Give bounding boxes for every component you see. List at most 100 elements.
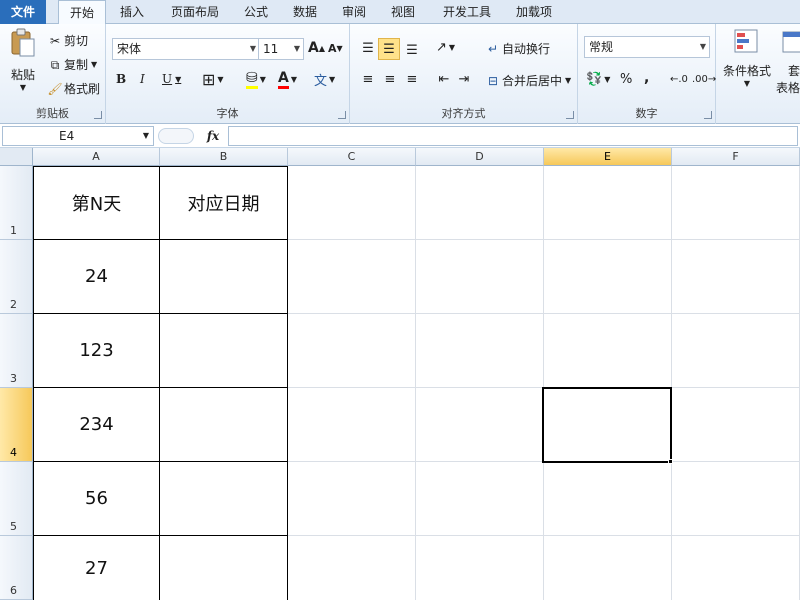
table-cell[interactable] [288, 166, 416, 240]
bold-button[interactable]: B [116, 72, 126, 86]
tab-file[interactable]: 文件 [0, 0, 46, 24]
percent-button[interactable]: % [620, 72, 632, 87]
decrease-indent-button[interactable]: ⇤ [434, 72, 454, 87]
table-cell[interactable] [416, 314, 544, 388]
merge-center-button[interactable]: ⊟ 合并后居中 ▼ [484, 72, 571, 89]
column-header-c[interactable]: C [288, 148, 416, 166]
table-cell[interactable] [672, 240, 800, 314]
table-cell[interactable] [672, 536, 800, 600]
table-cell[interactable] [544, 536, 672, 600]
orientation-button[interactable]: ↗ ▼ [436, 40, 455, 55]
font-name-combo[interactable]: 宋体 ▼ [112, 38, 260, 60]
format-painter-button[interactable]: 🖌 格式刷 [46, 80, 100, 97]
copy-button[interactable]: ⧉ 复制 ▼ [46, 56, 97, 73]
accounting-format-button[interactable]: 💱 ▼ [586, 72, 610, 87]
row-header-1[interactable]: 1 [0, 166, 33, 240]
table-cell[interactable] [544, 240, 672, 314]
number-format-combo[interactable]: 常规 ▼ [584, 36, 710, 58]
table-cell[interactable] [288, 462, 416, 536]
table-cell[interactable] [160, 462, 288, 536]
tab-formulas[interactable]: 公式 [234, 0, 278, 24]
grow-font-button[interactable]: A ▲ [308, 40, 325, 56]
tab-page-layout[interactable]: 页面布局 [160, 0, 230, 24]
cut-button[interactable]: ✂ 剪切 [46, 32, 88, 49]
tab-addins[interactable]: 加载项 [506, 0, 562, 24]
table-cell[interactable] [160, 314, 288, 388]
name-box[interactable]: E4 ▼ [2, 126, 154, 146]
underline-button[interactable]: U ▼ [162, 72, 181, 86]
table-cell[interactable]: 27 [33, 536, 160, 600]
column-header-e[interactable]: E [544, 148, 672, 166]
select-all-corner[interactable] [0, 148, 33, 166]
column-header-f[interactable]: F [672, 148, 800, 166]
tab-view[interactable]: 视图 [380, 0, 426, 24]
table-cell[interactable] [288, 314, 416, 388]
align-bottom-button[interactable]: ☰ [402, 40, 422, 60]
font-size-combo[interactable]: 11 ▼ [258, 38, 304, 60]
row-header-2[interactable]: 2 [0, 240, 33, 314]
decrease-decimal-button[interactable]: .00→ [692, 74, 716, 85]
align-top-button[interactable]: ☰ [358, 38, 378, 58]
tab-home[interactable]: 开始 [58, 0, 106, 25]
column-header-a[interactable]: A [33, 148, 160, 166]
table-cell[interactable] [160, 240, 288, 314]
row-header-4[interactable]: 4 [0, 388, 33, 462]
table-cell[interactable] [288, 240, 416, 314]
table-cell[interactable]: 234 [33, 388, 160, 462]
column-header-d[interactable]: D [416, 148, 544, 166]
table-cell[interactable] [672, 388, 800, 462]
fill-color-button[interactable]: ⛁ ▼ [246, 70, 266, 89]
borders-button[interactable]: ⊞ ▼ [202, 70, 224, 89]
tab-developer[interactable]: 开发工具 [432, 0, 502, 24]
align-right-button[interactable]: ≡ [402, 72, 422, 87]
fill-handle[interactable] [668, 459, 673, 464]
row-header-5[interactable]: 5 [0, 462, 33, 536]
table-cell[interactable] [544, 462, 672, 536]
format-as-table-button[interactable]: 套 表格格 [774, 28, 800, 96]
comma-button[interactable]: , [644, 70, 649, 86]
paste-button[interactable]: 粘贴 ▼ [6, 28, 40, 102]
insert-function-icon[interactable]: fx [200, 126, 226, 146]
table-cell[interactable] [160, 536, 288, 600]
font-color-button[interactable]: A ▼ [278, 70, 297, 89]
tab-insert[interactable]: 插入 [110, 0, 154, 24]
tab-data[interactable]: 数据 [282, 0, 328, 24]
align-middle-button[interactable]: ☰ [378, 38, 400, 60]
conditional-format-button[interactable]: 条件格式 ▼ [720, 28, 774, 88]
table-cell[interactable]: 56 [33, 462, 160, 536]
table-cell[interactable] [416, 388, 544, 462]
table-cell[interactable] [672, 462, 800, 536]
table-cell[interactable] [416, 166, 544, 240]
table-cell[interactable] [672, 166, 800, 240]
increase-indent-button[interactable]: ⇥ [454, 72, 474, 87]
formula-input[interactable] [228, 126, 798, 146]
row-header-6[interactable]: 6 [0, 536, 33, 600]
align-center-button[interactable]: ≡ [380, 72, 400, 87]
number-launcher-icon[interactable] [704, 111, 712, 119]
align-left-button[interactable]: ≡ [358, 72, 378, 87]
table-cell[interactable] [544, 166, 672, 240]
table-cell[interactable] [288, 388, 416, 462]
formula-bar-splitter[interactable] [158, 128, 194, 144]
table-cell[interactable] [160, 388, 288, 462]
shrink-font-button[interactable]: A ▼ [328, 42, 343, 55]
clipboard-launcher-icon[interactable] [94, 111, 102, 119]
wrap-text-button[interactable]: ↵ 自动换行 [484, 40, 550, 57]
increase-decimal-button[interactable]: ←.0 [670, 74, 688, 85]
table-cell[interactable]: 123 [33, 314, 160, 388]
table-cell[interactable] [416, 462, 544, 536]
phonetic-button[interactable]: 文 ▼ [314, 70, 335, 89]
alignment-launcher-icon[interactable] [566, 111, 574, 119]
tab-review[interactable]: 审阅 [332, 0, 376, 24]
italic-button[interactable]: I [140, 72, 145, 86]
table-cell[interactable] [416, 240, 544, 314]
font-launcher-icon[interactable] [338, 111, 346, 119]
table-cell[interactable] [544, 314, 672, 388]
table-cell[interactable] [288, 536, 416, 600]
table-cell[interactable]: 24 [33, 240, 160, 314]
table-cell[interactable] [672, 314, 800, 388]
table-cell[interactable]: 第N天 [33, 166, 160, 240]
table-cell[interactable]: 对应日期 [160, 166, 288, 240]
table-cell[interactable] [416, 536, 544, 600]
row-header-3[interactable]: 3 [0, 314, 33, 388]
